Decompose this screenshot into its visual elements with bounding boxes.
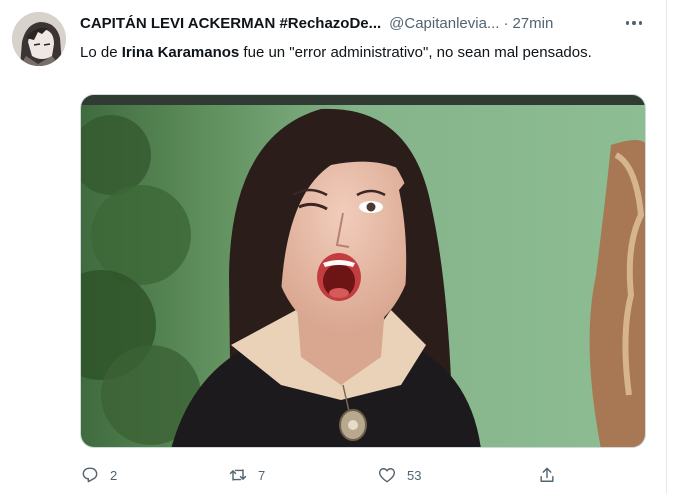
retweet-count: 7 xyxy=(258,467,266,483)
avatar-image xyxy=(12,12,66,66)
share-button[interactable] xyxy=(537,460,557,490)
timestamp[interactable]: 27min xyxy=(512,15,553,32)
share-icon xyxy=(540,467,554,482)
separator-dot: · xyxy=(503,14,509,32)
heart-icon xyxy=(378,468,396,483)
display-name[interactable]: CAPITÁN LEVI ACKERMAN #RechazoDe... xyxy=(80,15,381,32)
tweet-media-image[interactable] xyxy=(80,94,646,448)
tweet-actions: 2 7 53 xyxy=(80,460,580,490)
reply-icon xyxy=(82,467,98,483)
more-horizontal-icon[interactable] xyxy=(620,12,648,34)
reply-button[interactable]: 2 xyxy=(80,460,117,490)
meme-photo xyxy=(81,95,645,447)
retweet-button[interactable]: 7 xyxy=(228,460,265,490)
tweet-text-before: Lo de xyxy=(80,44,122,61)
like-count: 53 xyxy=(407,467,422,483)
retweet-icon xyxy=(229,469,247,481)
reply-count: 2 xyxy=(110,467,118,483)
like-button[interactable]: 53 xyxy=(377,460,421,490)
tweet-header: CAPITÁN LEVI ACKERMAN #RechazoDe... @Cap… xyxy=(80,12,654,34)
mention-name: Irina Karamanos xyxy=(121,44,240,61)
tweet-text-after: fue un "error administrativo", no sean m… xyxy=(239,44,592,61)
tweet-text: Lo de Irina Karamanos fue un "error admi… xyxy=(80,42,600,64)
timeline-divider xyxy=(666,0,667,493)
user-handle[interactable]: @Capitanlevia... xyxy=(389,15,499,32)
avatar[interactable] xyxy=(12,12,66,66)
